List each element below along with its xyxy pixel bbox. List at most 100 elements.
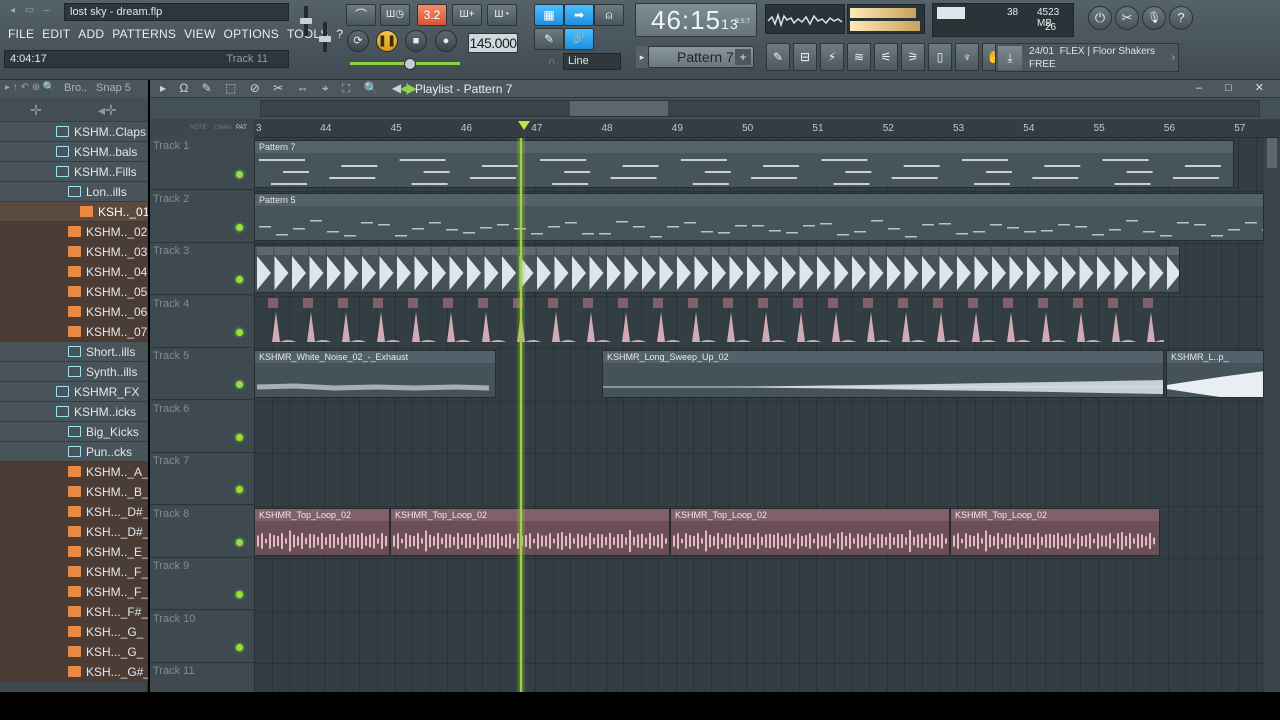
track-mute-led[interactable] bbox=[236, 328, 243, 336]
system-menu-icon[interactable]: ◂ bbox=[6, 4, 19, 17]
horizontal-scroll-thumb[interactable] bbox=[570, 101, 668, 116]
timeline-ruler[interactable]: 3 44 45 46 47 48 49 50 51 52 53 54 55 56 57 bbox=[254, 119, 1280, 138]
track-header[interactable]: Track 2 bbox=[150, 190, 254, 243]
news-panel[interactable]: ⤓ 24/01 FLEX | Floor Shakers FREE › bbox=[995, 43, 1179, 72]
menu-options[interactable]: OPTIONS bbox=[220, 25, 283, 43]
cut-tool-icon[interactable]: ✂ bbox=[1115, 6, 1139, 30]
playlist-window-icon[interactable]: ✎ bbox=[766, 43, 790, 71]
horizontal-scrollbar[interactable] bbox=[260, 100, 1260, 117]
ruler-mode-note[interactable]: NOTE bbox=[190, 125, 207, 131]
browser-file[interactable]: KSHM.._02 bbox=[0, 222, 148, 242]
pattern-selector[interactable]: Pattern 7 + bbox=[648, 46, 754, 68]
master-pitch-handle[interactable] bbox=[319, 36, 331, 42]
browser-folder[interactable]: KSHM..Fills bbox=[0, 162, 148, 182]
metronome-button[interactable]: Ш◷ bbox=[380, 4, 410, 26]
pattern-prev-icon[interactable]: ▸ bbox=[636, 46, 648, 68]
track-header[interactable]: Track 9 bbox=[150, 558, 254, 610]
link-icon[interactable]: 🔗 bbox=[564, 28, 594, 50]
browser-window-icon[interactable]: ⚞ bbox=[901, 43, 925, 71]
online-power-icon[interactable]: ⏻ bbox=[1088, 6, 1112, 30]
track-mute-led[interactable] bbox=[236, 381, 243, 388]
browser-folder[interactable]: KSHM..bals bbox=[0, 142, 148, 162]
menu-add[interactable]: ADD bbox=[74, 25, 108, 43]
menu-edit[interactable]: EDIT bbox=[38, 25, 74, 43]
browser-file[interactable]: KSHM.._F_ bbox=[0, 582, 148, 602]
playlist-tools[interactable]: ▸ Ω ✎ ⬚ ⊘ ✂ ⇔ ⌖ ⛶ 🔍 ◀) bbox=[160, 81, 415, 96]
track-header[interactable]: Track 1 bbox=[150, 138, 254, 190]
browser-collapse-icon[interactable]: ✛ bbox=[30, 102, 42, 119]
browser-file[interactable]: KSH..._F#_ bbox=[0, 602, 148, 622]
top-loop-clip-2[interactable]: KSHMR_Top_Loop_02 bbox=[390, 508, 670, 556]
playlist-window-controls[interactable]: ‒ □ ✕ bbox=[1196, 81, 1274, 94]
channel-rack-icon[interactable]: ⚡ bbox=[820, 43, 844, 71]
pat-song-icon[interactable]: ⌒ bbox=[346, 4, 376, 26]
browser-folder[interactable]: KSHM..Claps bbox=[0, 122, 148, 142]
restore-icon[interactable]: ▭ bbox=[23, 4, 36, 17]
blend-notes-button[interactable]: 3.2 bbox=[417, 4, 447, 26]
track-header[interactable]: Track 5 bbox=[150, 348, 254, 400]
track-mute-led[interactable] bbox=[236, 171, 243, 178]
step-edit-button[interactable]: Ш+ bbox=[452, 4, 482, 26]
track-mute-led[interactable] bbox=[236, 591, 243, 598]
browser-file[interactable]: KSH.._01 bbox=[0, 202, 148, 222]
track-header[interactable]: Track 3 bbox=[150, 243, 254, 295]
vertical-scrollbar[interactable] bbox=[1264, 138, 1280, 692]
top-loop-clip-4[interactable]: KSHMR_Top_Loop_02 bbox=[950, 508, 1160, 556]
browser-file[interactable]: KSHM.._B_ bbox=[0, 482, 148, 502]
track-mute-led[interactable] bbox=[236, 643, 243, 651]
browser-file[interactable]: KSH..._G#_ bbox=[0, 662, 148, 682]
browser-file[interactable]: KSHM.._A_ bbox=[0, 462, 148, 482]
menu-patterns[interactable]: PATTERNS bbox=[108, 25, 180, 43]
minimize-icon[interactable]: ‒ bbox=[40, 4, 53, 17]
browser-folder[interactable]: Lon..ills bbox=[0, 182, 148, 202]
browser-expand-icon[interactable]: ◂✛ bbox=[98, 102, 117, 119]
mixer-window-icon[interactable]: ≋ bbox=[847, 43, 871, 71]
menu-view[interactable]: VIEW bbox=[180, 25, 219, 43]
vertical-scroll-thumb[interactable] bbox=[1267, 138, 1277, 168]
audio-clip-loop-end[interactable]: KSHMR_L..p_ bbox=[1166, 350, 1264, 398]
menu-help[interactable]: ? bbox=[332, 25, 347, 43]
browser-file[interactable]: KSHM.._E_ bbox=[0, 542, 148, 562]
menu-file[interactable]: FILE bbox=[4, 25, 38, 43]
browser-file[interactable]: KSHM.._07 bbox=[0, 322, 148, 342]
playlist-grid[interactable]: Pattern 7 Pattern 5 KSHMR_White_Noise_02… bbox=[254, 138, 1264, 692]
mic-icon[interactable]: 🎙 bbox=[1142, 6, 1166, 30]
track-header[interactable]: Track 7 bbox=[150, 453, 254, 505]
ruler-mode-pat[interactable]: PAT bbox=[236, 125, 247, 131]
browser-folder[interactable]: Big_Kicks bbox=[0, 422, 148, 442]
ruler-mode-chan[interactable]: CHAN bbox=[214, 125, 231, 131]
help-icon[interactable]: ? bbox=[1169, 6, 1193, 30]
channel-settings-icon[interactable]: ⚟ bbox=[874, 43, 898, 71]
stop-button[interactable]: ■ bbox=[405, 30, 427, 52]
audio-clip-sweep[interactable]: KSHMR_Long_Sweep_Up_02 bbox=[602, 350, 1164, 398]
browser-file[interactable]: KSH..._G_ bbox=[0, 642, 148, 662]
project-icon[interactable]: ▯ bbox=[928, 43, 952, 71]
mixer-icon[interactable]: ⍝ bbox=[594, 4, 624, 26]
browser-folder[interactable]: Pun..cks bbox=[0, 442, 148, 462]
browser-file[interactable]: KSHM.._F_ bbox=[0, 562, 148, 582]
browser-file[interactable]: KSHM.._04 bbox=[0, 262, 148, 282]
record-button[interactable]: ● bbox=[435, 30, 457, 52]
track-mute-led[interactable] bbox=[236, 433, 243, 441]
audio-clip-track3[interactable] bbox=[254, 245, 1180, 293]
browser-file[interactable]: KSH..._D#_ bbox=[0, 502, 148, 522]
browser-file[interactable]: KSHM.._06 bbox=[0, 302, 148, 322]
track-header[interactable]: Track 8 bbox=[150, 505, 254, 558]
news-next-icon[interactable]: › bbox=[1172, 52, 1175, 63]
audio-clips-track4[interactable] bbox=[268, 298, 1164, 346]
tempo-display[interactable]: 145.000 bbox=[468, 33, 518, 53]
browser-folder[interactable]: Synth..ills bbox=[0, 362, 148, 382]
pattern-clip-track1[interactable]: Pattern 7 bbox=[254, 140, 1234, 188]
plugin-icon[interactable]: ♆ bbox=[955, 43, 979, 71]
track-header[interactable]: Track 4 bbox=[150, 295, 254, 348]
typing-keyboard-button[interactable]: ▦ bbox=[534, 4, 564, 26]
browser-snap[interactable]: Snap 5 bbox=[96, 82, 131, 94]
track-mute-led[interactable] bbox=[236, 276, 243, 283]
position-slider-handle[interactable] bbox=[404, 58, 416, 70]
browser-folder[interactable]: Short..ills bbox=[0, 342, 148, 362]
browser-file[interactable]: KSH..._G_ bbox=[0, 622, 148, 642]
browser-folder[interactable]: KSHMR_FX bbox=[0, 382, 148, 402]
top-loop-clip-1[interactable]: KSHMR_Top_Loop_02 bbox=[254, 508, 390, 556]
snap-selector[interactable]: Line bbox=[563, 53, 621, 70]
track-mute-led[interactable] bbox=[236, 486, 243, 493]
